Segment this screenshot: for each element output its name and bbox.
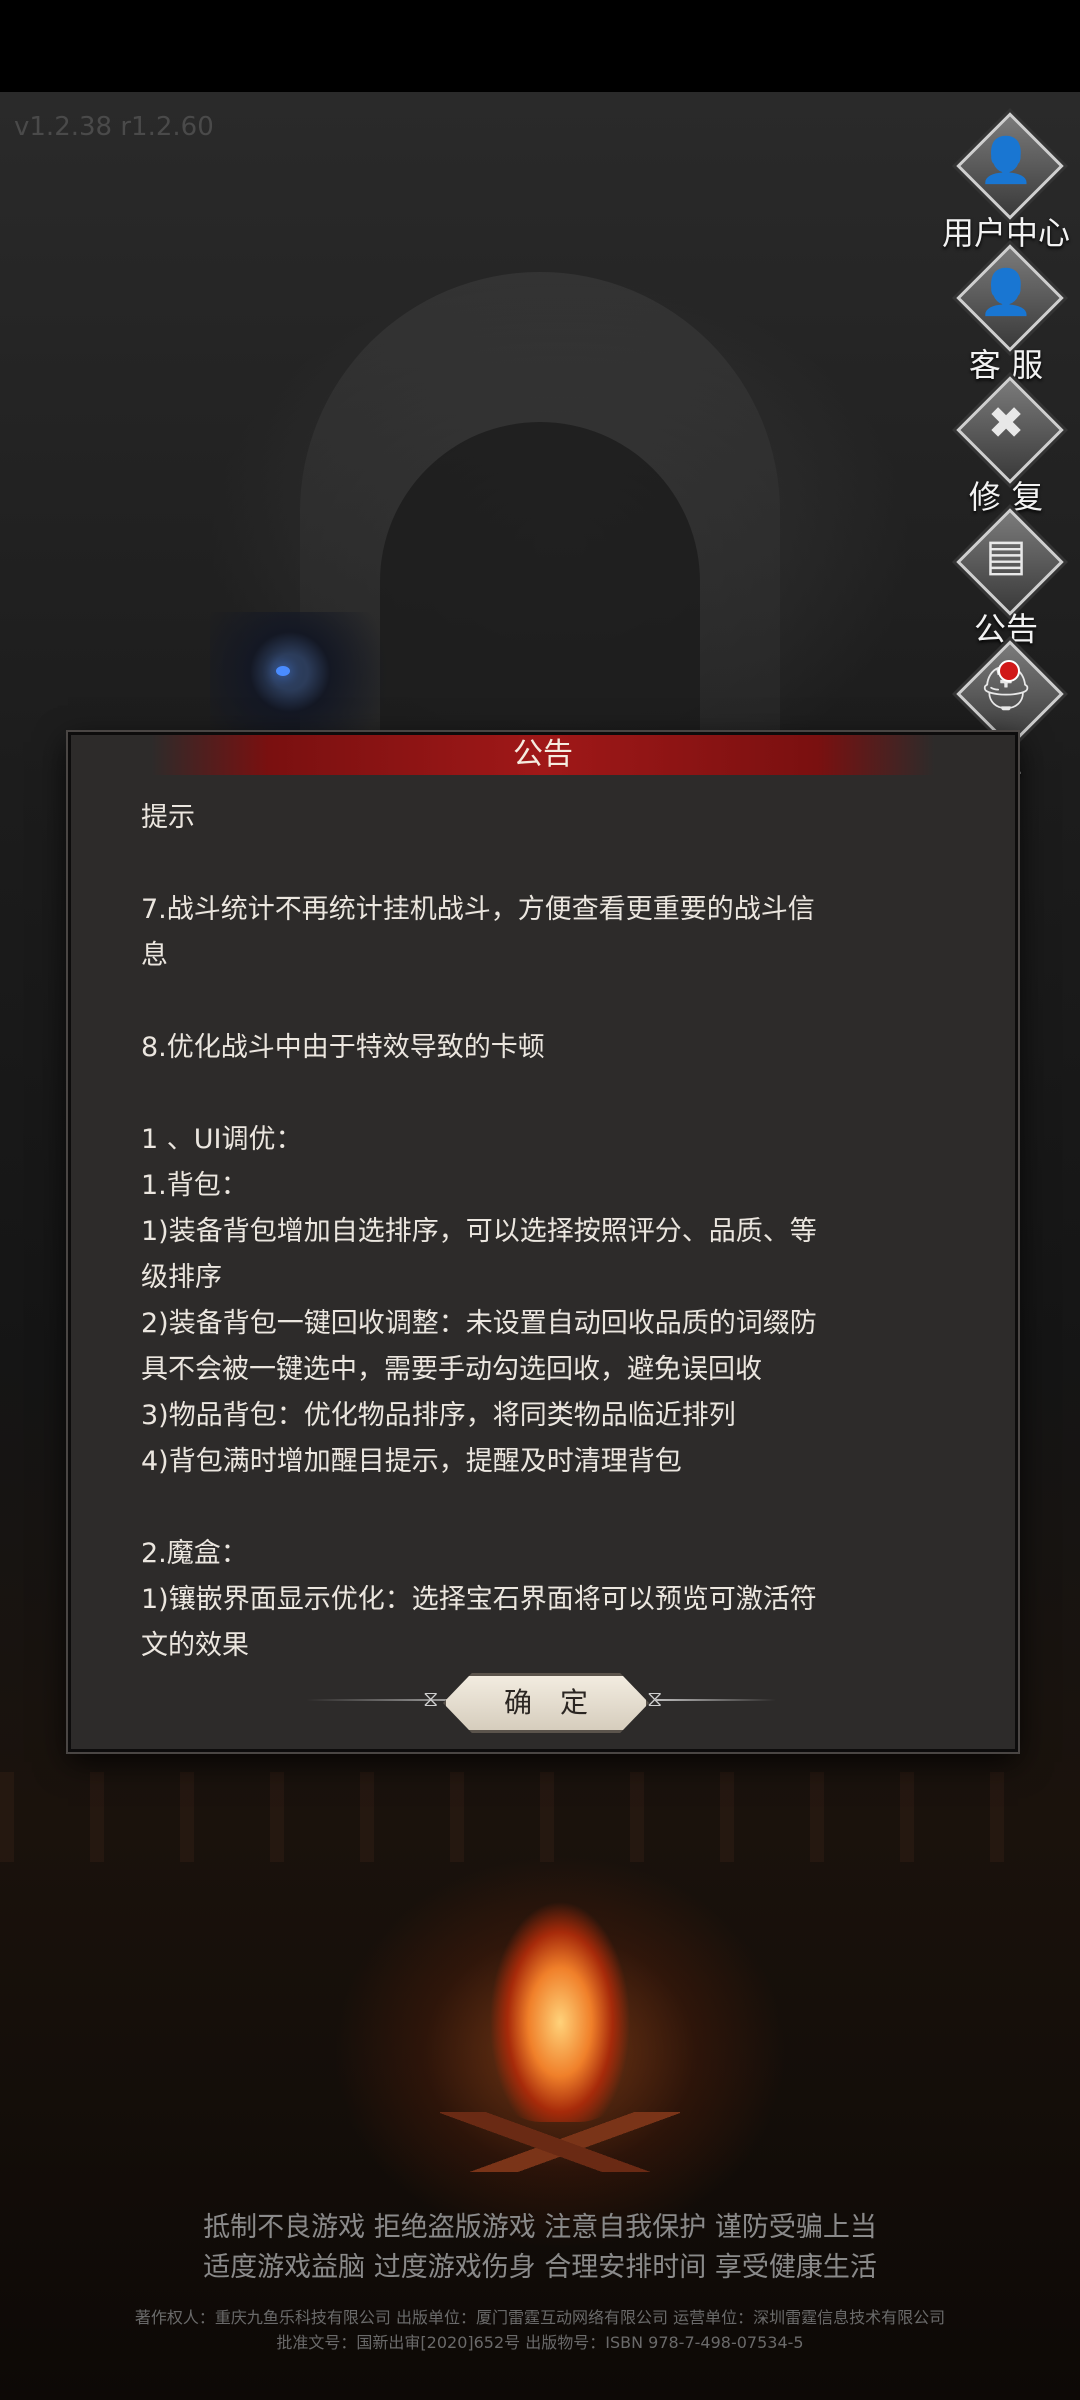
health-notice-line: 适度游戏益脑 过度游戏伤身 合理安排时间 享受健康生活 <box>203 2252 877 2283</box>
notification-dot <box>998 660 1020 682</box>
customer-service-button[interactable]: 👤 客 服 <box>946 244 1066 384</box>
notice-line: 息 <box>141 940 168 971</box>
notice-button[interactable]: ▤ 公告 <box>946 508 1066 648</box>
notice-dialog: 公告 提示 7.战斗统计不再统计挂机战斗，方便查看更重要的战斗信 息 8.优化战… <box>68 732 1018 1752</box>
version-label: v1.2.38 r1.2.60 <box>14 112 214 142</box>
approval-line: 批准文号：国新出审[2020]652号 出版物号：ISBN 978-7-498-… <box>276 2333 804 2352</box>
notice-line: 具不会被一键选中，需要手动勾选回收，避免误回收 <box>141 1354 762 1385</box>
notice-line: 2.魔盒： <box>141 1538 248 1569</box>
notice-line: 2)装备背包一键回收调整：未设置自动回收品质的词缀防 <box>141 1308 817 1339</box>
copyright-line: 著作权人：重庆九鱼乐科技有限公司 出版单位：厦门雷霆互动网络有限公司 运营单位：… <box>134 2308 946 2327</box>
divider-right <box>656 1699 776 1701</box>
notice-line: 1)装备背包增加自选排序，可以选择按照评分、品质、等 <box>141 1216 817 1247</box>
notice-icon: ▤ <box>985 530 1027 581</box>
customer-service-icon: 👤 <box>978 267 1034 318</box>
notice-line: 4)背包满时增加醒目提示，提醒及时清理背包 <box>141 1446 682 1477</box>
user-center-button[interactable]: 👤 用户中心 <box>942 112 1070 252</box>
ornament-left-icon: ⧖ <box>423 1687 439 1712</box>
notice-line: 文的效果 <box>141 1630 249 1661</box>
notice-line: 级排序 <box>141 1262 222 1293</box>
dialog-body: 提示 7.战斗统计不再统计挂机战斗，方便查看更重要的战斗信 息 8.优化战斗中由… <box>141 795 1001 1695</box>
dialog-title: 公告 <box>151 735 935 775</box>
notice-line: 提示 <box>141 802 195 833</box>
repair-label: 修 复 <box>968 478 1044 516</box>
status-bar <box>0 0 1080 92</box>
fence <box>0 1772 1080 1862</box>
customer-service-label: 客 服 <box>968 346 1044 384</box>
campfire <box>470 1872 650 2122</box>
copyright-info: 著作权人：重庆九鱼乐科技有限公司 出版单位：厦门雷霆互动网络有限公司 运营单位：… <box>0 2305 1080 2355</box>
campfire-logs <box>440 2112 680 2172</box>
health-notice-line: 抵制不良游戏 拒绝盗版游戏 注意自我保护 谨防受骗上当 <box>203 2212 877 2243</box>
notice-label: 公告 <box>973 610 1038 648</box>
notice-line: 1 、UI调优： <box>141 1124 303 1155</box>
health-notice: 抵制不良游戏 拒绝盗版游戏 注意自我保护 谨防受骗上当 适度游戏益脑 过度游戏伤… <box>0 2208 1080 2288</box>
user-icon: 👤 <box>978 135 1034 186</box>
confirm-button[interactable]: 确定 <box>443 1673 649 1733</box>
notice-line: 8.优化战斗中由于特效导致的卡顿 <box>141 1032 545 1063</box>
repair-button[interactable]: ✖ 修 复 <box>946 376 1066 516</box>
repair-icon: ✖ <box>987 398 1025 449</box>
confirm-area: ⧖ 确定 ⧖ <box>71 1667 1015 1737</box>
knight-eye <box>276 666 290 676</box>
notice-line: 1.背包： <box>141 1170 248 1201</box>
notice-line: 7.战斗统计不再统计挂机战斗，方便查看更重要的战斗信 <box>141 894 815 925</box>
user-center-label: 用户中心 <box>941 214 1070 252</box>
notice-line: 1)镶嵌界面显示优化：选择宝石界面将可以预览可激活符 <box>141 1584 817 1615</box>
notice-line: 3)物品背包：优化物品排序，将同类物品临近排列 <box>141 1400 736 1431</box>
